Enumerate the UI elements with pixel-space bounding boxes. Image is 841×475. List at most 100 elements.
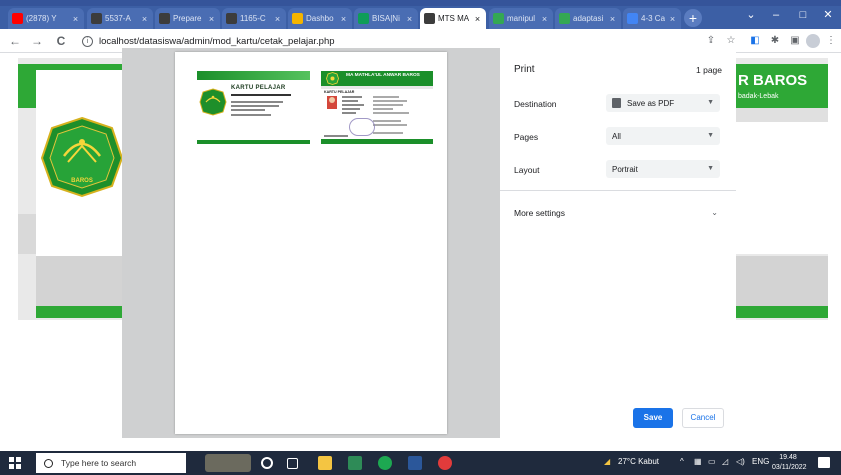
page-right-area	[736, 108, 828, 254]
layout-select[interactable]: Portrait ▼	[606, 160, 720, 178]
browser-tab[interactable]: 1165-C ×	[222, 8, 286, 29]
back-button[interactable]: ←	[6, 32, 24, 50]
word-icon[interactable]	[408, 456, 422, 470]
weather-icon[interactable]: ◢	[604, 457, 610, 466]
address-url[interactable]: localhost/datasiswa/admin/mod_kartu/ceta…	[99, 36, 335, 47]
tab-favicon-icon	[159, 13, 170, 24]
browser-tab[interactable]: adaptasi ×	[555, 8, 621, 29]
more-settings-toggle[interactable]: More settings	[514, 208, 565, 218]
tab-title: 4-3 Car	[641, 14, 665, 23]
tab-close-icon[interactable]: ×	[668, 14, 677, 24]
tab-close-icon[interactable]: ×	[608, 14, 617, 24]
tray-chevron-up-icon[interactable]: ^	[680, 457, 684, 466]
browser-tab[interactable]: Prepare ×	[155, 8, 220, 29]
close-window-button[interactable]: ✕	[815, 5, 841, 25]
taskbar-clock[interactable]: 19.48 03/11/2022	[772, 453, 807, 473]
tab-favicon-icon	[358, 13, 369, 24]
new-tab-button[interactable]: +	[684, 9, 702, 27]
taskbar-app-icon[interactable]	[438, 456, 452, 470]
page-gray-block	[18, 214, 36, 254]
taskbar-app-icon[interactable]	[348, 456, 362, 470]
windows-start-icon[interactable]	[9, 457, 21, 469]
card-front-email-line	[231, 114, 271, 116]
site-info-icon[interactable]: i	[82, 35, 93, 47]
pages-value: All	[612, 131, 621, 141]
side-panel-icon[interactable]: ▣	[788, 34, 802, 48]
browser-tab[interactable]: BISA|Ni ×	[354, 8, 418, 29]
destination-select[interactable]: Save as PDF ▼	[606, 94, 720, 112]
forward-button[interactable]: →	[28, 32, 46, 50]
browser-tab[interactable]: 5537-A ×	[87, 8, 153, 29]
card-back-field-value	[373, 104, 403, 106]
clock-time: 19.48	[779, 454, 797, 461]
card-back-field-label	[342, 100, 358, 102]
browser-tab[interactable]: manipul ×	[489, 8, 553, 29]
tab-title: Dashbo	[306, 14, 334, 23]
browser-tab[interactable]: MTS MA ×	[420, 8, 486, 29]
print-preview-page: KARTU PELAJAR MA MATHLA'UL ANWAR BAROS K…	[175, 52, 447, 434]
browser-tab[interactable]: (2878) Y ×	[8, 8, 84, 29]
card-back-field-value	[373, 108, 393, 110]
page-header-title: R BAROS	[738, 72, 808, 89]
tab-close-icon[interactable]: ×	[405, 14, 414, 24]
tab-title: manipul	[507, 14, 536, 23]
tab-title: 1165-C	[240, 14, 266, 23]
pages-label: Pages	[514, 132, 539, 142]
destination-label: Destination	[514, 99, 557, 109]
extension-icon[interactable]: ◧	[748, 34, 762, 48]
card-back-footer-line	[324, 135, 348, 137]
search-icon	[44, 458, 53, 468]
tab-close-icon[interactable]: ×	[207, 14, 216, 24]
browser-tab[interactable]: 4-3 Car×	[623, 8, 681, 29]
tab-title: MTS MA	[438, 14, 470, 23]
tab-close-icon[interactable]: ×	[273, 14, 282, 24]
weather-text[interactable]: 27°C Kabut	[618, 457, 659, 466]
language-indicator[interactable]: ENG	[752, 457, 769, 466]
bookmark-star-icon[interactable]: ☆	[724, 34, 738, 48]
file-explorer-icon[interactable]	[318, 456, 332, 470]
tab-close-icon[interactable]: ×	[473, 14, 482, 24]
wifi-icon[interactable]: ◿	[722, 457, 728, 466]
page-count: 1 page	[696, 65, 722, 75]
task-view-icon[interactable]	[287, 458, 298, 469]
tab-search-button[interactable]: ⌄	[738, 5, 764, 25]
share-icon[interactable]: ⇪	[704, 34, 718, 48]
chrome-icon[interactable]	[378, 456, 392, 470]
tab-close-icon[interactable]: ×	[540, 14, 549, 24]
news-widget-image[interactable]	[205, 454, 251, 472]
reload-button[interactable]: C	[52, 32, 70, 50]
destination-value: Save as PDF	[627, 98, 675, 108]
menu-kebab-icon[interactable]: ⋮	[824, 34, 838, 48]
page-header-subtitle: badak-Lebak	[738, 93, 779, 100]
taskbar-search[interactable]: Type here to search	[36, 453, 186, 473]
pdf-file-icon	[612, 98, 621, 108]
tab-close-icon[interactable]: ×	[339, 14, 348, 24]
maximize-button[interactable]: □	[790, 5, 816, 25]
cancel-button[interactable]: Cancel	[682, 408, 724, 428]
tab-close-icon[interactable]: ×	[71, 14, 80, 24]
chevron-down-icon: ▼	[707, 165, 714, 172]
card-back-field-label	[342, 104, 364, 106]
layout-value: Portrait	[612, 164, 638, 174]
pages-select[interactable]: All ▼	[606, 127, 720, 145]
page-header-title-area: R BAROS badak-Lebak	[736, 64, 828, 108]
browser-tab[interactable]: Dashbo ×	[288, 8, 352, 29]
extensions-puzzle-icon[interactable]: ✱	[768, 34, 782, 48]
notification-icon[interactable]	[818, 457, 830, 468]
chevron-down-icon[interactable]: ⌄	[711, 208, 718, 217]
tab-favicon-icon	[292, 13, 303, 24]
card-front-title: KARTU PELAJAR	[231, 85, 286, 91]
school-logo-icon: BAROS	[40, 116, 124, 198]
tray-app-icon[interactable]: ▦	[694, 457, 702, 466]
minimize-button[interactable]: –	[763, 5, 789, 25]
tab-close-icon[interactable]: ×	[140, 14, 149, 24]
profile-avatar[interactable]	[806, 34, 820, 48]
battery-icon[interactable]: ▭	[708, 457, 716, 466]
card-back-field-label	[342, 108, 360, 110]
cortana-icon[interactable]	[261, 457, 273, 469]
windows-taskbar: Type here to search ◢ 27°C Kabut ^ ▦ ▭ ◿…	[0, 451, 841, 475]
volume-icon[interactable]: ◁)	[736, 457, 745, 466]
tab-favicon-icon	[12, 13, 23, 24]
card-back-header-title: MA MATHLA'UL ANWAR BAROS	[346, 73, 420, 78]
save-button[interactable]: Save	[633, 408, 673, 428]
